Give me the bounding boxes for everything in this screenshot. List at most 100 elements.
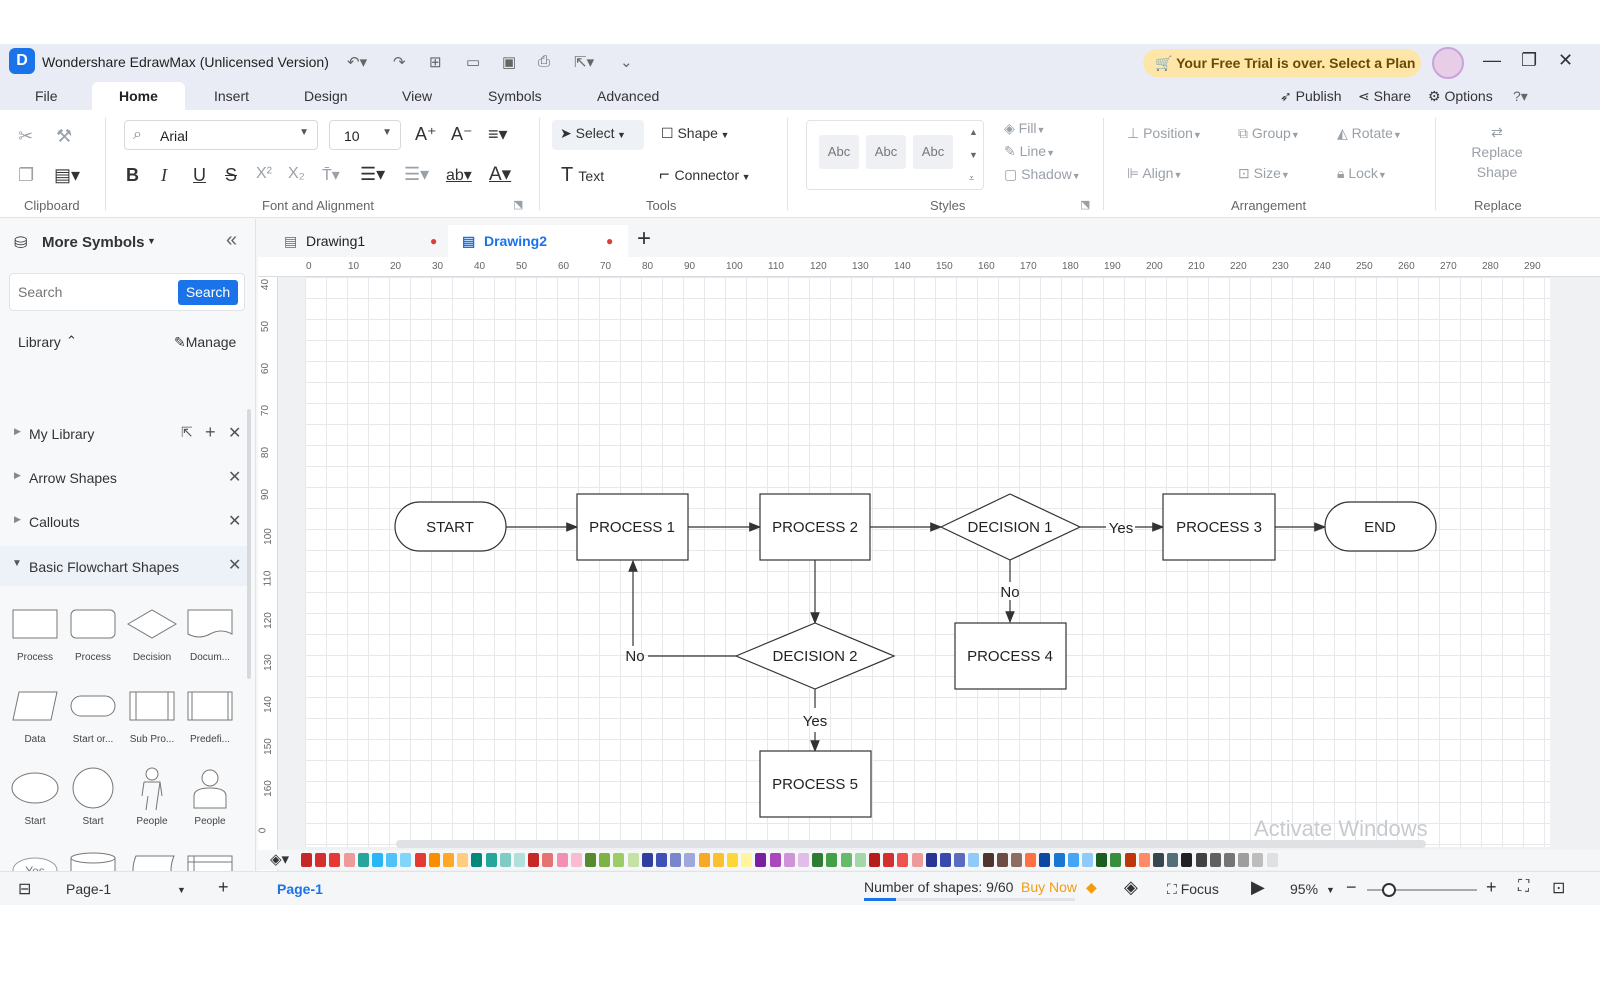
color-swatch[interactable] [1153, 853, 1164, 867]
color-swatch[interactable] [599, 853, 611, 867]
color-swatch[interactable] [315, 853, 327, 867]
chevron-down-icon[interactable]: ▼ [1326, 885, 1335, 895]
color-swatch[interactable] [542, 853, 554, 867]
color-swatch[interactable] [954, 853, 966, 867]
color-swatch[interactable] [1025, 853, 1037, 867]
color-swatch[interactable] [982, 853, 994, 867]
zoom-level[interactable]: 95% [1290, 881, 1318, 897]
yes-label: Yes [803, 713, 827, 730]
color-swatch[interactable] [897, 853, 909, 867]
activate-windows-watermark: Activate Windows [1254, 816, 1428, 841]
color-swatch[interactable] [570, 853, 582, 867]
page-selector[interactable]: Page-1 [66, 881, 111, 897]
color-swatch[interactable] [485, 853, 497, 867]
color-swatch[interactable] [1252, 853, 1264, 867]
color-swatch[interactable] [499, 853, 511, 867]
color-swatch[interactable] [755, 853, 767, 867]
color-swatch[interactable] [585, 853, 596, 867]
color-swatch[interactable] [1067, 853, 1079, 867]
zoom-out-icon[interactable]: − [1346, 877, 1357, 898]
color-swatch[interactable] [1011, 853, 1022, 867]
color-swatch[interactable] [641, 853, 653, 867]
fullscreen-icon[interactable]: ⊡ [1552, 878, 1565, 898]
color-swatch[interactable] [741, 853, 753, 867]
color-swatch[interactable] [684, 853, 696, 867]
color-swatch[interactable] [1124, 853, 1136, 867]
color-swatch[interactable] [712, 853, 724, 867]
color-swatch[interactable] [627, 853, 639, 867]
color-swatch[interactable] [968, 853, 980, 867]
color-swatch[interactable] [854, 853, 866, 867]
color-swatch[interactable] [443, 853, 454, 867]
shape-count-bar [864, 898, 1075, 901]
page-layout-icon[interactable]: ⊟ [18, 879, 31, 899]
play-icon[interactable]: ▶ [1251, 877, 1265, 898]
color-swatch[interactable] [357, 853, 369, 867]
color-swatch[interactable] [670, 853, 682, 867]
color-swatch[interactable] [514, 853, 525, 867]
buy-now-link[interactable]: Buy Now [1021, 879, 1077, 895]
chevron-down-icon[interactable]: ▼ [177, 885, 186, 895]
color-swatch[interactable] [1266, 853, 1278, 867]
color-swatch[interactable] [1082, 853, 1093, 867]
color-swatch[interactable] [1053, 853, 1065, 867]
color-swatch[interactable] [940, 853, 951, 867]
color-swatch[interactable] [1167, 853, 1179, 867]
color-palette: ◈▾ [258, 850, 1600, 870]
start-text: START [426, 519, 474, 536]
color-swatch[interactable] [428, 853, 440, 867]
color-swatch[interactable] [798, 853, 809, 867]
color-swatch[interactable] [698, 853, 710, 867]
color-swatch[interactable] [1039, 853, 1051, 867]
color-swatch[interactable] [386, 853, 398, 867]
crown-icon: ◆ [1086, 879, 1097, 895]
zoom-in-icon[interactable]: + [1486, 877, 1497, 898]
color-swatch[interactable] [1181, 853, 1193, 867]
color-swatch[interactable] [1238, 853, 1250, 867]
color-swatch[interactable] [925, 853, 937, 867]
color-swatch[interactable] [528, 853, 540, 867]
color-swatch[interactable] [769, 853, 781, 867]
color-swatch[interactable] [996, 853, 1008, 867]
color-swatch[interactable] [457, 853, 469, 867]
fit-page-icon[interactable]: ⛶ [1518, 878, 1529, 896]
color-swatch[interactable] [812, 853, 824, 867]
color-swatch[interactable] [783, 853, 795, 867]
fill-bucket-icon[interactable]: ◈▾ [270, 850, 289, 868]
process-1-text: PROCESS 1 [589, 519, 675, 536]
focus-icon: ⛶ [1167, 881, 1181, 897]
end-text: END [1364, 519, 1396, 536]
page-tab[interactable]: Page-1 [277, 881, 323, 897]
color-swatch[interactable] [400, 853, 412, 867]
color-swatch[interactable] [329, 853, 341, 867]
color-swatch[interactable] [869, 853, 880, 867]
focus-button[interactable]: ⛶ Focus [1167, 881, 1219, 898]
process-2-text: PROCESS 2 [772, 519, 858, 536]
color-swatch[interactable] [343, 853, 355, 867]
color-swatch[interactable] [911, 853, 923, 867]
color-swatch[interactable] [372, 853, 383, 867]
color-swatch[interactable] [840, 853, 852, 867]
color-swatch[interactable] [556, 853, 568, 867]
no-label: No [1000, 584, 1019, 601]
color-swatch[interactable] [1224, 853, 1235, 867]
color-swatch[interactable] [1110, 853, 1122, 867]
color-swatch[interactable] [1209, 853, 1221, 867]
color-swatch[interactable] [1195, 853, 1207, 867]
process-4-text: PROCESS 4 [967, 648, 1053, 665]
color-swatch[interactable] [1138, 853, 1150, 867]
color-swatch[interactable] [883, 853, 895, 867]
add-page-icon[interactable]: + [218, 877, 229, 898]
color-swatch[interactable] [826, 853, 838, 867]
process-3-text: PROCESS 3 [1176, 519, 1262, 536]
color-swatch[interactable] [656, 853, 667, 867]
edrawmax-window: D Wondershare EdrawMax (Unlicensed Versi… [0, 44, 1600, 905]
zoom-slider-handle[interactable] [1382, 883, 1396, 897]
color-swatch[interactable] [1096, 853, 1108, 867]
color-swatch[interactable] [613, 853, 625, 867]
color-swatch[interactable] [414, 853, 426, 867]
color-swatch[interactable] [301, 853, 312, 867]
color-swatch[interactable] [471, 853, 483, 867]
color-swatch[interactable] [727, 853, 738, 867]
layers-icon[interactable]: ◈ [1124, 877, 1138, 898]
